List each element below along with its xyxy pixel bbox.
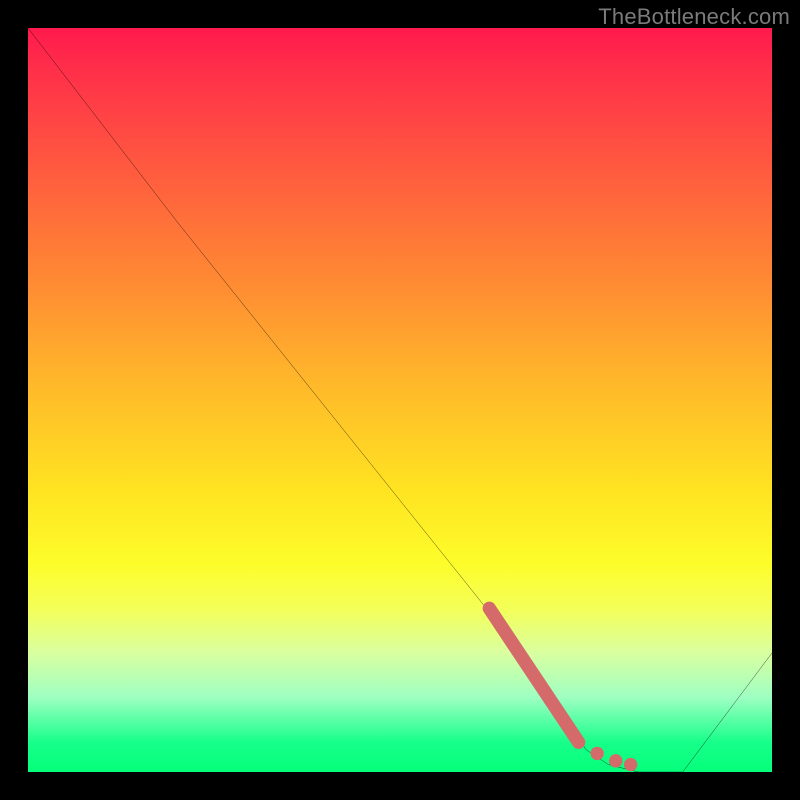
chart-svg [28, 28, 772, 772]
bottleneck-curve [28, 28, 772, 772]
optimal-range-thick [489, 608, 578, 742]
watermark-text: TheBottleneck.com [598, 4, 790, 30]
plot-area [28, 28, 772, 772]
optimal-range-dots [590, 747, 637, 772]
chart-frame: TheBottleneck.com [0, 0, 800, 800]
optimal-range-dot [609, 754, 622, 767]
optimal-range-dot [590, 747, 603, 760]
optimal-range-dot [624, 758, 637, 771]
